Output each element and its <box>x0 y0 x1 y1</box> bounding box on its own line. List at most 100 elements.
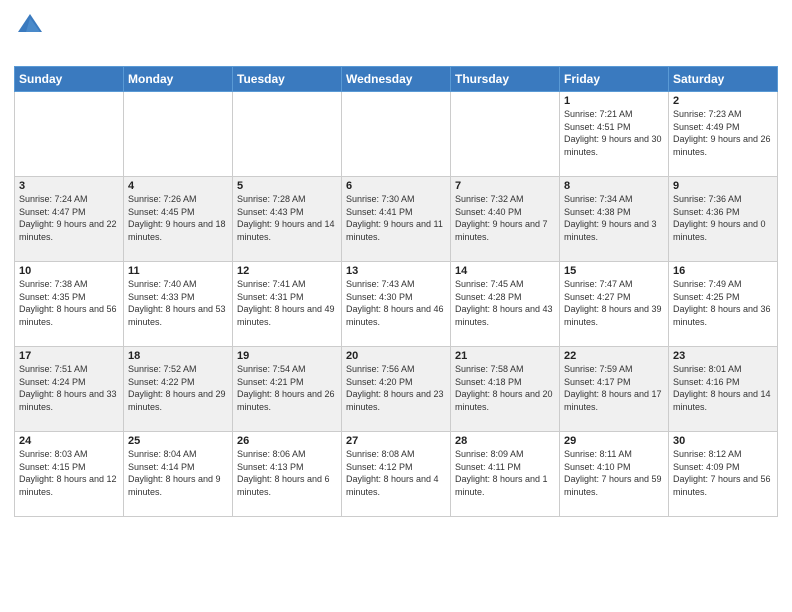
day-number: 5 <box>237 180 337 192</box>
calendar-header-row: SundayMondayTuesdayWednesdayThursdayFrid… <box>15 67 778 92</box>
day-number: 1 <box>564 95 664 107</box>
day-info: Sunrise: 7:52 AM Sunset: 4:22 PM Dayligh… <box>128 363 228 413</box>
day-number: 6 <box>346 180 446 192</box>
day-number: 8 <box>564 180 664 192</box>
calendar-table: SundayMondayTuesdayWednesdayThursdayFrid… <box>14 66 778 517</box>
day-info: Sunrise: 7:26 AM Sunset: 4:45 PM Dayligh… <box>128 193 228 243</box>
day-info: Sunrise: 7:54 AM Sunset: 4:21 PM Dayligh… <box>237 363 337 413</box>
calendar-cell: 21Sunrise: 7:58 AM Sunset: 4:18 PM Dayli… <box>451 347 560 432</box>
day-number: 9 <box>673 180 773 192</box>
day-number: 18 <box>128 350 228 362</box>
day-number: 29 <box>564 435 664 447</box>
calendar-cell: 13Sunrise: 7:43 AM Sunset: 4:30 PM Dayli… <box>342 262 451 347</box>
day-number: 16 <box>673 265 773 277</box>
weekday-header: Monday <box>124 67 233 92</box>
day-info: Sunrise: 8:09 AM Sunset: 4:11 PM Dayligh… <box>455 448 555 498</box>
weekday-header: Saturday <box>669 67 778 92</box>
day-info: Sunrise: 7:21 AM Sunset: 4:51 PM Dayligh… <box>564 108 664 158</box>
day-info: Sunrise: 8:11 AM Sunset: 4:10 PM Dayligh… <box>564 448 664 498</box>
weekday-header: Sunday <box>15 67 124 92</box>
calendar-cell: 17Sunrise: 7:51 AM Sunset: 4:24 PM Dayli… <box>15 347 124 432</box>
calendar-cell <box>451 92 560 177</box>
calendar-cell: 18Sunrise: 7:52 AM Sunset: 4:22 PM Dayli… <box>124 347 233 432</box>
day-info: Sunrise: 7:45 AM Sunset: 4:28 PM Dayligh… <box>455 278 555 328</box>
day-number: 26 <box>237 435 337 447</box>
calendar-cell: 15Sunrise: 7:47 AM Sunset: 4:27 PM Dayli… <box>560 262 669 347</box>
day-info: Sunrise: 7:49 AM Sunset: 4:25 PM Dayligh… <box>673 278 773 328</box>
day-info: Sunrise: 7:24 AM Sunset: 4:47 PM Dayligh… <box>19 193 119 243</box>
day-number: 2 <box>673 95 773 107</box>
day-number: 3 <box>19 180 119 192</box>
day-number: 24 <box>19 435 119 447</box>
calendar-week-row: 3Sunrise: 7:24 AM Sunset: 4:47 PM Daylig… <box>15 177 778 262</box>
day-info: Sunrise: 7:43 AM Sunset: 4:30 PM Dayligh… <box>346 278 446 328</box>
day-info: Sunrise: 7:38 AM Sunset: 4:35 PM Dayligh… <box>19 278 119 328</box>
calendar-cell: 9Sunrise: 7:36 AM Sunset: 4:36 PM Daylig… <box>669 177 778 262</box>
day-info: Sunrise: 7:36 AM Sunset: 4:36 PM Dayligh… <box>673 193 773 243</box>
day-info: Sunrise: 8:04 AM Sunset: 4:14 PM Dayligh… <box>128 448 228 498</box>
calendar-cell: 27Sunrise: 8:08 AM Sunset: 4:12 PM Dayli… <box>342 432 451 517</box>
calendar-cell: 16Sunrise: 7:49 AM Sunset: 4:25 PM Dayli… <box>669 262 778 347</box>
day-info: Sunrise: 7:23 AM Sunset: 4:49 PM Dayligh… <box>673 108 773 158</box>
day-number: 27 <box>346 435 446 447</box>
day-info: Sunrise: 7:41 AM Sunset: 4:31 PM Dayligh… <box>237 278 337 328</box>
calendar-cell: 3Sunrise: 7:24 AM Sunset: 4:47 PM Daylig… <box>15 177 124 262</box>
day-number: 12 <box>237 265 337 277</box>
day-number: 23 <box>673 350 773 362</box>
logo-icon <box>16 10 44 38</box>
day-number: 25 <box>128 435 228 447</box>
day-info: Sunrise: 7:56 AM Sunset: 4:20 PM Dayligh… <box>346 363 446 413</box>
day-info: Sunrise: 7:32 AM Sunset: 4:40 PM Dayligh… <box>455 193 555 243</box>
calendar-cell: 10Sunrise: 7:38 AM Sunset: 4:35 PM Dayli… <box>15 262 124 347</box>
day-info: Sunrise: 8:12 AM Sunset: 4:09 PM Dayligh… <box>673 448 773 498</box>
calendar-week-row: 17Sunrise: 7:51 AM Sunset: 4:24 PM Dayli… <box>15 347 778 432</box>
weekday-header: Wednesday <box>342 67 451 92</box>
calendar-cell: 22Sunrise: 7:59 AM Sunset: 4:17 PM Dayli… <box>560 347 669 432</box>
main-container: SundayMondayTuesdayWednesdayThursdayFrid… <box>0 0 792 527</box>
day-number: 22 <box>564 350 664 362</box>
calendar-cell: 11Sunrise: 7:40 AM Sunset: 4:33 PM Dayli… <box>124 262 233 347</box>
day-number: 20 <box>346 350 446 362</box>
calendar-cell: 28Sunrise: 8:09 AM Sunset: 4:11 PM Dayli… <box>451 432 560 517</box>
weekday-header: Tuesday <box>233 67 342 92</box>
calendar-week-row: 24Sunrise: 8:03 AM Sunset: 4:15 PM Dayli… <box>15 432 778 517</box>
calendar-cell: 25Sunrise: 8:04 AM Sunset: 4:14 PM Dayli… <box>124 432 233 517</box>
calendar-week-row: 1Sunrise: 7:21 AM Sunset: 4:51 PM Daylig… <box>15 92 778 177</box>
day-number: 30 <box>673 435 773 447</box>
day-info: Sunrise: 7:51 AM Sunset: 4:24 PM Dayligh… <box>19 363 119 413</box>
calendar-cell: 8Sunrise: 7:34 AM Sunset: 4:38 PM Daylig… <box>560 177 669 262</box>
calendar-cell: 23Sunrise: 8:01 AM Sunset: 4:16 PM Dayli… <box>669 347 778 432</box>
day-number: 21 <box>455 350 555 362</box>
calendar-week-row: 10Sunrise: 7:38 AM Sunset: 4:35 PM Dayli… <box>15 262 778 347</box>
calendar-cell: 7Sunrise: 7:32 AM Sunset: 4:40 PM Daylig… <box>451 177 560 262</box>
calendar-cell: 6Sunrise: 7:30 AM Sunset: 4:41 PM Daylig… <box>342 177 451 262</box>
day-number: 11 <box>128 265 228 277</box>
calendar-cell: 19Sunrise: 7:54 AM Sunset: 4:21 PM Dayli… <box>233 347 342 432</box>
calendar-cell: 20Sunrise: 7:56 AM Sunset: 4:20 PM Dayli… <box>342 347 451 432</box>
day-number: 7 <box>455 180 555 192</box>
calendar-cell <box>233 92 342 177</box>
calendar-cell: 5Sunrise: 7:28 AM Sunset: 4:43 PM Daylig… <box>233 177 342 262</box>
day-number: 17 <box>19 350 119 362</box>
day-info: Sunrise: 7:58 AM Sunset: 4:18 PM Dayligh… <box>455 363 555 413</box>
day-info: Sunrise: 7:47 AM Sunset: 4:27 PM Dayligh… <box>564 278 664 328</box>
calendar-cell: 1Sunrise: 7:21 AM Sunset: 4:51 PM Daylig… <box>560 92 669 177</box>
calendar-cell: 4Sunrise: 7:26 AM Sunset: 4:45 PM Daylig… <box>124 177 233 262</box>
day-number: 10 <box>19 265 119 277</box>
calendar-cell: 29Sunrise: 8:11 AM Sunset: 4:10 PM Dayli… <box>560 432 669 517</box>
calendar-cell <box>124 92 233 177</box>
day-info: Sunrise: 8:08 AM Sunset: 4:12 PM Dayligh… <box>346 448 446 498</box>
day-number: 4 <box>128 180 228 192</box>
day-number: 28 <box>455 435 555 447</box>
day-number: 14 <box>455 265 555 277</box>
day-info: Sunrise: 7:28 AM Sunset: 4:43 PM Dayligh… <box>237 193 337 243</box>
day-number: 15 <box>564 265 664 277</box>
calendar-cell: 2Sunrise: 7:23 AM Sunset: 4:49 PM Daylig… <box>669 92 778 177</box>
logo <box>14 10 44 58</box>
calendar-cell: 12Sunrise: 7:41 AM Sunset: 4:31 PM Dayli… <box>233 262 342 347</box>
calendar-cell: 14Sunrise: 7:45 AM Sunset: 4:28 PM Dayli… <box>451 262 560 347</box>
day-info: Sunrise: 7:30 AM Sunset: 4:41 PM Dayligh… <box>346 193 446 243</box>
weekday-header: Friday <box>560 67 669 92</box>
calendar-cell: 30Sunrise: 8:12 AM Sunset: 4:09 PM Dayli… <box>669 432 778 517</box>
day-info: Sunrise: 7:59 AM Sunset: 4:17 PM Dayligh… <box>564 363 664 413</box>
